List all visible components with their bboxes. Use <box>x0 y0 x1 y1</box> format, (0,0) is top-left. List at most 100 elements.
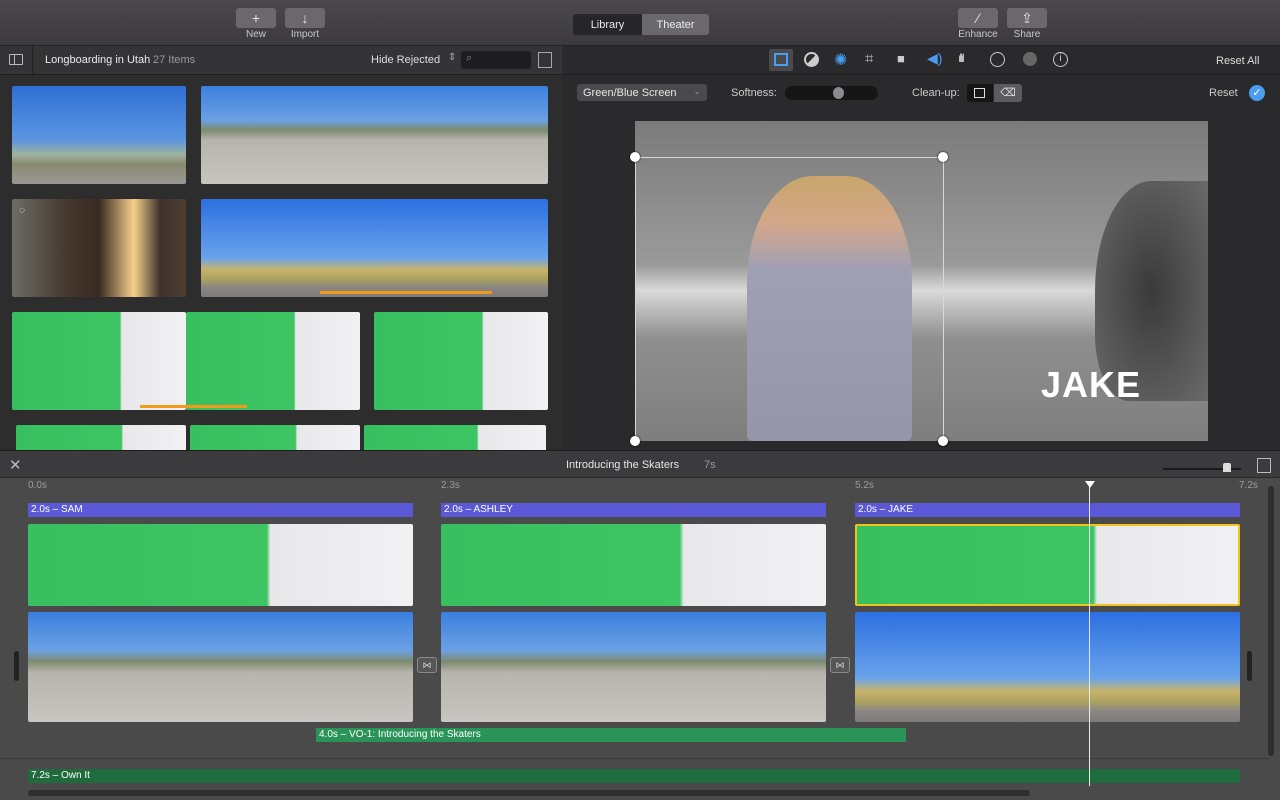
share-label: Share <box>1013 29 1041 40</box>
resize-handle[interactable] <box>630 152 640 162</box>
color-balance-icon[interactable] <box>804 52 819 67</box>
overlay-crop-frame[interactable] <box>635 157 944 441</box>
title-clip-ashley[interactable]: 2.0s – ASHLEY <box>441 503 826 517</box>
share-button[interactable]: ⇪ <box>1007 8 1047 28</box>
voiceover-clip[interactable]: 4.0s – VO-1: Introducing the Skaters <box>316 728 906 742</box>
timeline-header: ✕ Introducing the Skaters 7s <box>0 450 1280 478</box>
title-overlay-text: JAKE <box>1041 364 1142 405</box>
overlay-controls: Green/Blue Screen ⌄ Softness: Clean-up: … <box>563 75 1280 111</box>
clip-thumbnail[interactable] <box>364 425 546 450</box>
vertical-scrollbar[interactable] <box>1268 486 1274 756</box>
clip-thumbnail[interactable] <box>12 312 186 410</box>
filmstrip-icon[interactable] <box>538 52 552 68</box>
loading-spinner-icon: ◌ <box>19 205 25 216</box>
ruler-mark: 2.3s <box>441 480 460 491</box>
transition-button[interactable]: ⋈ <box>830 657 850 673</box>
resize-handle[interactable] <box>938 436 948 446</box>
overlay-settings-button[interactable] <box>769 49 793 71</box>
transition-button[interactable]: ⋈ <box>417 657 437 673</box>
color-palette-icon[interactable]: ✺ <box>834 50 847 70</box>
right-drag-handle[interactable] <box>1247 651 1252 681</box>
project-duration: 7s <box>704 459 716 471</box>
ruler-mark: 0.0s <box>28 480 47 491</box>
crop-frame-icon <box>974 88 985 98</box>
adjustments-bar: ✺ ⌗ ■ ◀) ıllıl i Reset All <box>563 46 1280 75</box>
transition-icon: ⋈ <box>422 659 432 670</box>
item-count: 27 Items <box>153 54 196 66</box>
apply-checkmark-button[interactable]: ✓ <box>1249 85 1265 101</box>
playhead[interactable] <box>1089 481 1090 786</box>
arrow-down-icon: ↓ <box>301 10 309 26</box>
import-button[interactable]: ↓ <box>285 8 325 28</box>
equalizer-icon[interactable]: ıllıl <box>958 51 965 65</box>
music-well-divider <box>0 758 1270 759</box>
left-drag-handle[interactable] <box>14 651 19 681</box>
resize-handle[interactable] <box>630 436 640 446</box>
main-toolbar: + New ↓ Import Library Theater ⁄ Enhance… <box>0 0 1280 46</box>
resize-handle[interactable] <box>938 152 948 162</box>
clip-thumbnail[interactable] <box>16 425 186 450</box>
favorite-marker <box>140 405 247 408</box>
zoom-slider-knob[interactable] <box>1223 463 1231 472</box>
crop-icon[interactable]: ⌗ <box>865 50 873 67</box>
ruler-mark: 7.2s <box>1239 480 1258 491</box>
divider <box>32 46 33 75</box>
video-clip[interactable] <box>28 612 413 722</box>
updown-chevron-icon[interactable]: ⇕ <box>448 52 456 63</box>
slider-knob[interactable] <box>833 87 844 99</box>
reset-all-button[interactable]: Reset All <box>1216 55 1259 67</box>
filmstrip-view-icon[interactable] <box>1257 458 1271 473</box>
transition-icon: ⋈ <box>835 659 845 670</box>
softness-label: Softness: <box>731 87 777 99</box>
stabilization-camera-icon[interactable]: ■ <box>897 51 905 66</box>
video-clip[interactable] <box>855 612 1240 722</box>
clip-thumbnail[interactable] <box>186 312 360 410</box>
horizontal-scrollbar[interactable] <box>28 790 1030 796</box>
overlay-clip-jake-selected[interactable] <box>855 524 1240 606</box>
tab-theater[interactable]: Theater <box>642 14 709 35</box>
search-input[interactable]: ⌕ <box>461 51 531 69</box>
clip-filter-icon[interactable] <box>1023 52 1037 66</box>
close-icon[interactable]: ✕ <box>9 456 22 474</box>
sidebar-toggle-icon[interactable] <box>9 54 23 65</box>
clip-thumbnail[interactable] <box>12 86 186 184</box>
clip-thumbnail[interactable] <box>374 312 548 410</box>
filter-select[interactable]: Hide Rejected <box>371 54 440 66</box>
cleanup-eraser-button[interactable]: ⌫ <box>994 84 1022 102</box>
clip-thumbnail[interactable] <box>190 425 360 450</box>
new-button[interactable]: + <box>236 8 276 28</box>
overlay-mode-select[interactable]: Green/Blue Screen ⌄ <box>577 84 707 101</box>
overlay-clip-sam[interactable] <box>28 524 413 606</box>
plus-icon: + <box>251 10 261 26</box>
title-clip-jake[interactable]: 2.0s – JAKE <box>855 503 1240 517</box>
clip-thumbnail[interactable]: ◌ <box>12 199 186 297</box>
chevron-down-icon: ⌄ <box>693 86 701 96</box>
share-icon: ⇪ <box>1021 9 1033 26</box>
clip-thumbnail[interactable] <box>201 86 548 184</box>
title-clip-sam[interactable]: 2.0s – SAM <box>28 503 413 517</box>
speed-icon[interactable] <box>990 52 1005 67</box>
tab-library[interactable]: Library <box>573 14 642 35</box>
cleanup-label: Clean-up: <box>912 87 960 99</box>
background-music-clip[interactable]: 7.2s – Own It <box>28 769 1240 783</box>
import-label: Import <box>290 29 320 40</box>
overlay-clip-ashley[interactable] <box>441 524 826 606</box>
favorite-marker <box>320 291 492 294</box>
volume-icon[interactable]: ◀) <box>927 50 942 67</box>
eraser-icon: ⌫ <box>1000 87 1016 99</box>
search-icon: ⌕ <box>466 52 473 64</box>
reset-button[interactable]: Reset <box>1209 87 1238 99</box>
overlay-mode-value: Green/Blue Screen <box>583 87 677 99</box>
enhance-button[interactable]: ⁄ <box>958 8 998 28</box>
overlay-icon <box>774 53 788 66</box>
cleanup-crop-button[interactable] <box>967 84 993 102</box>
info-icon[interactable]: i <box>1053 52 1068 67</box>
checkmark-icon: ✓ <box>1252 87 1262 99</box>
ruler-mark: 5.2s <box>855 480 874 491</box>
clip-thumbnail[interactable] <box>201 199 548 297</box>
playhead-marker[interactable] <box>1085 481 1095 488</box>
library-browser: ◌ <box>0 75 562 450</box>
video-clip[interactable] <box>441 612 826 722</box>
softness-slider[interactable] <box>785 86 878 100</box>
timeline-zoom-slider[interactable] <box>1163 463 1241 472</box>
